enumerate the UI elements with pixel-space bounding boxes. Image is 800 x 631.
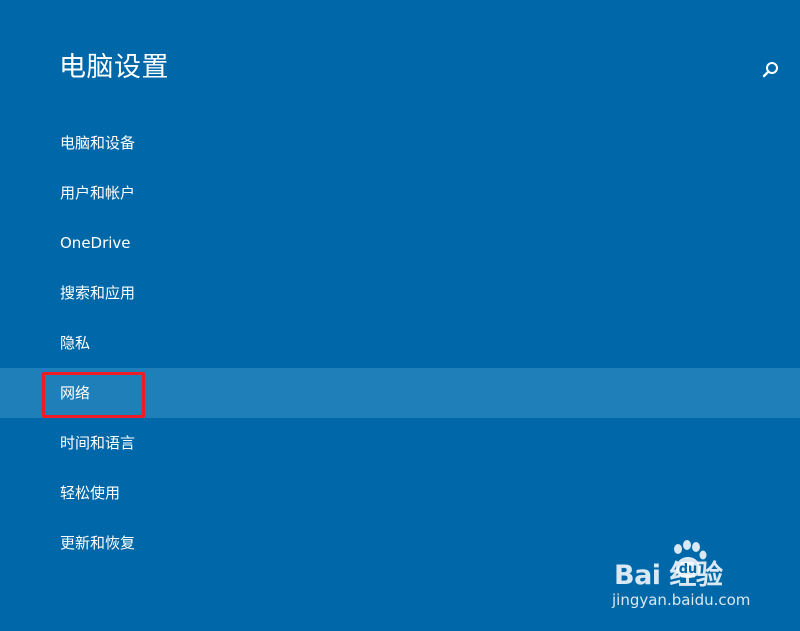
paw-logo-icon: du [674, 540, 707, 578]
nav-item-label: 更新和恢复 [60, 534, 136, 552]
page-title: 电脑设置 [59, 52, 169, 83]
nav-item-label: 轻松使用 [60, 484, 121, 502]
nav-item-time-language[interactable]: 时间和语言 [0, 418, 800, 468]
watermark-url: jingyan.baidu.com [612, 591, 751, 609]
svg-text:du: du [679, 562, 698, 577]
nav-item-pc-devices[interactable]: 电脑和设备 [0, 118, 800, 168]
search-button[interactable] [758, 58, 782, 82]
nav-item-search-apps[interactable]: 搜索和应用 [0, 268, 800, 318]
highlight-annotation-box [42, 372, 145, 418]
nav-item-accounts[interactable]: 用户和帐户 [0, 168, 800, 218]
nav-item-label: 隐私 [60, 334, 91, 352]
nav-item-label: OneDrive [60, 234, 131, 252]
nav-item-label: 电脑和设备 [60, 134, 136, 152]
nav-item-onedrive[interactable]: OneDrive [0, 218, 800, 268]
nav-item-privacy[interactable]: 隐私 [0, 318, 800, 368]
nav-item-ease-of-access[interactable]: 轻松使用 [0, 468, 800, 518]
nav-item-label: 时间和语言 [60, 434, 136, 452]
search-icon [762, 62, 778, 78]
baidu-jingyan-watermark: Bai 经验 du jingyan.baidu.com [608, 540, 768, 617]
settings-nav: 电脑和设备 用户和帐户 OneDrive 搜索和应用 隐私 网络 时间和语言 轻… [0, 118, 800, 568]
nav-item-network[interactable]: 网络 [0, 368, 800, 418]
nav-item-label: 用户和帐户 [60, 184, 136, 202]
nav-item-label: 搜索和应用 [60, 284, 136, 302]
